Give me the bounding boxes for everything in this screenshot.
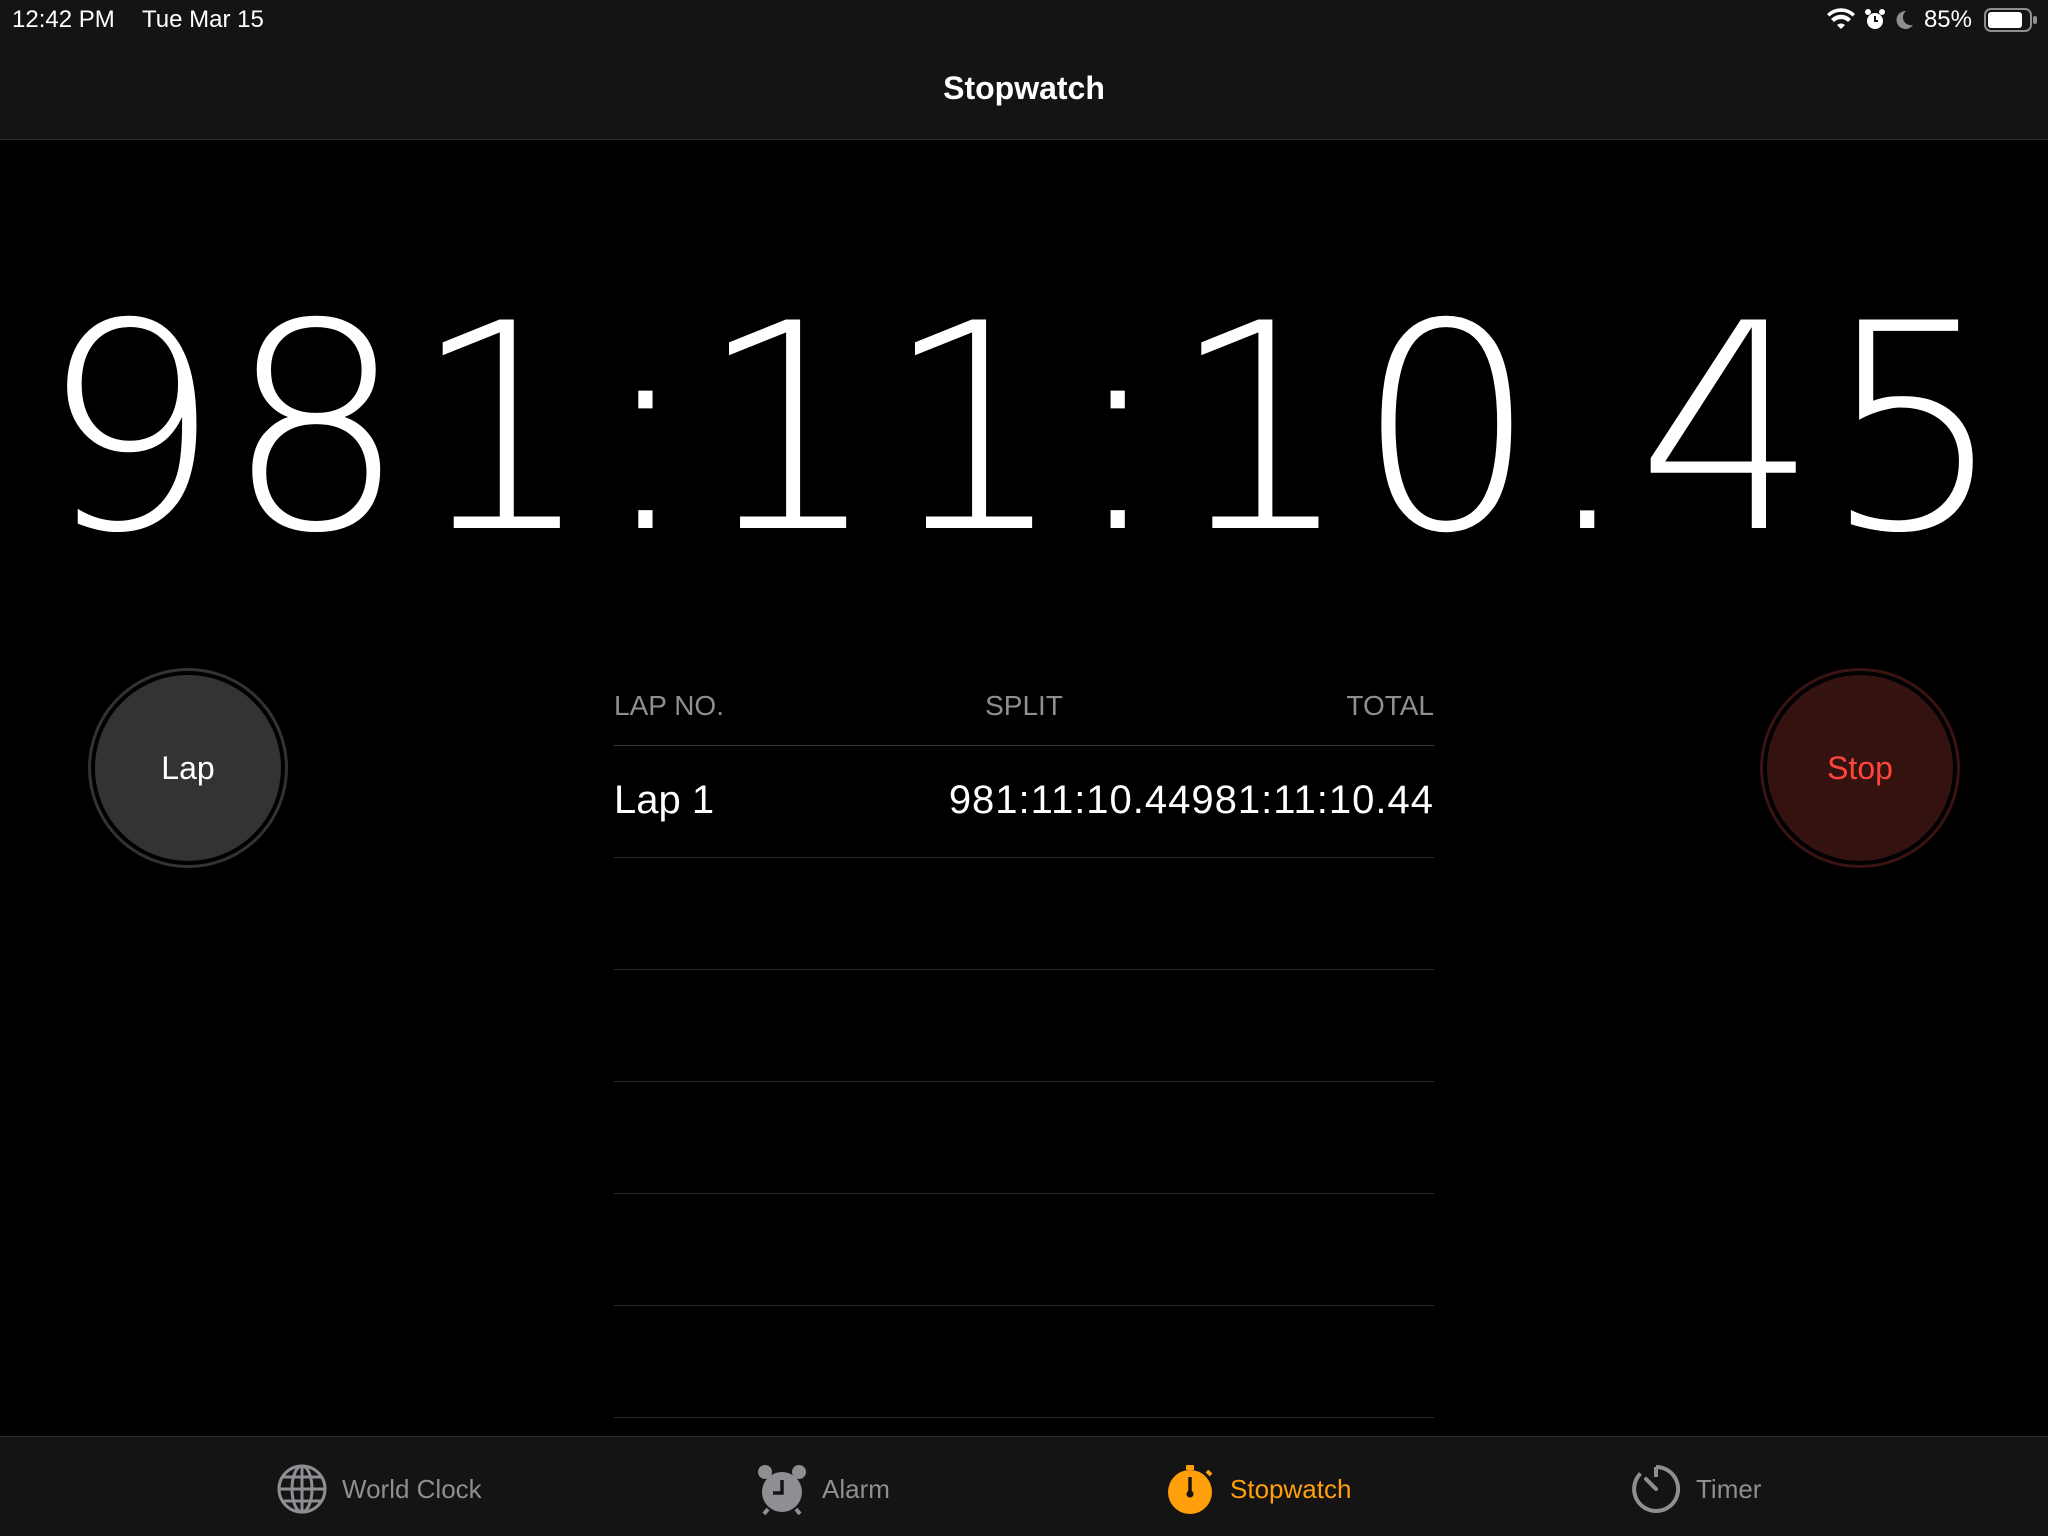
elapsed-time-display: 981:11:10.45 (39, 264, 2009, 596)
status-time: 12:42 PM (12, 6, 115, 33)
stop-button-label: Stop (1767, 675, 1953, 861)
lap-table[interactable]: LAP NO. SPLIT TOTAL Lap 1 981:11:10.4498… (614, 680, 1434, 1418)
timer-icon (1630, 1463, 1682, 1515)
empty-row (614, 858, 1434, 970)
battery-percent: 85% (1923, 6, 1972, 33)
lap-table-header: LAP NO. SPLIT TOTAL (614, 680, 1434, 746)
empty-row (614, 970, 1434, 1082)
lap-values: 981:11:10.44981:11:10.44 (949, 778, 1434, 823)
lap-split: 981:11:10.44 (948, 778, 1192, 822)
status-indicators: 85% (1826, 4, 2038, 36)
tab-alarm[interactable]: Alarm (756, 1461, 890, 1517)
globe-icon (276, 1463, 328, 1515)
tab-stopwatch[interactable]: Stopwatch (1164, 1461, 1351, 1517)
battery-icon (1984, 7, 2038, 33)
empty-row (614, 1194, 1434, 1306)
status-bar: 12:42 PM Tue Mar 15 85% (0, 0, 2048, 40)
lap-button[interactable]: Lap (88, 668, 288, 868)
stopwatch-icon (1164, 1463, 1216, 1515)
tab-timer[interactable]: Timer (1630, 1461, 1761, 1517)
table-row: Lap 1 981:11:10.44981:11:10.44 (614, 746, 1434, 858)
tab-label: Timer (1696, 1473, 1762, 1504)
lap-button-label: Lap (95, 675, 281, 861)
moon-icon (1894, 9, 1914, 31)
status-date: Tue Mar 15 (142, 6, 264, 33)
alarm-clock-icon (756, 1463, 808, 1515)
empty-row (614, 1082, 1434, 1194)
wifi-icon (1826, 8, 1856, 32)
stopwatch-screen: 12:42 PM Tue Mar 15 85% Stopwatch 981:11… (0, 0, 2048, 1536)
header-split: SPLIT (985, 690, 1063, 721)
page-title: Stopwatch (943, 70, 1105, 106)
alarm-icon (1864, 8, 1886, 32)
tab-label: Stopwatch (1230, 1473, 1352, 1504)
stop-button[interactable]: Stop (1760, 668, 1960, 868)
empty-row (614, 1306, 1434, 1418)
lap-name: Lap 1 (614, 778, 715, 822)
tab-label: World Clock (342, 1473, 482, 1504)
lap-total: 981:11:10.44 (1191, 778, 1434, 822)
tab-world-clock[interactable]: World Clock (276, 1461, 482, 1517)
header-total: TOTAL (1346, 690, 1434, 721)
tab-label: Alarm (822, 1473, 890, 1504)
tab-bar: World Clock Alarm Stopwatch Timer (0, 1436, 2048, 1536)
navigation-bar: Stopwatch (0, 40, 2048, 140)
